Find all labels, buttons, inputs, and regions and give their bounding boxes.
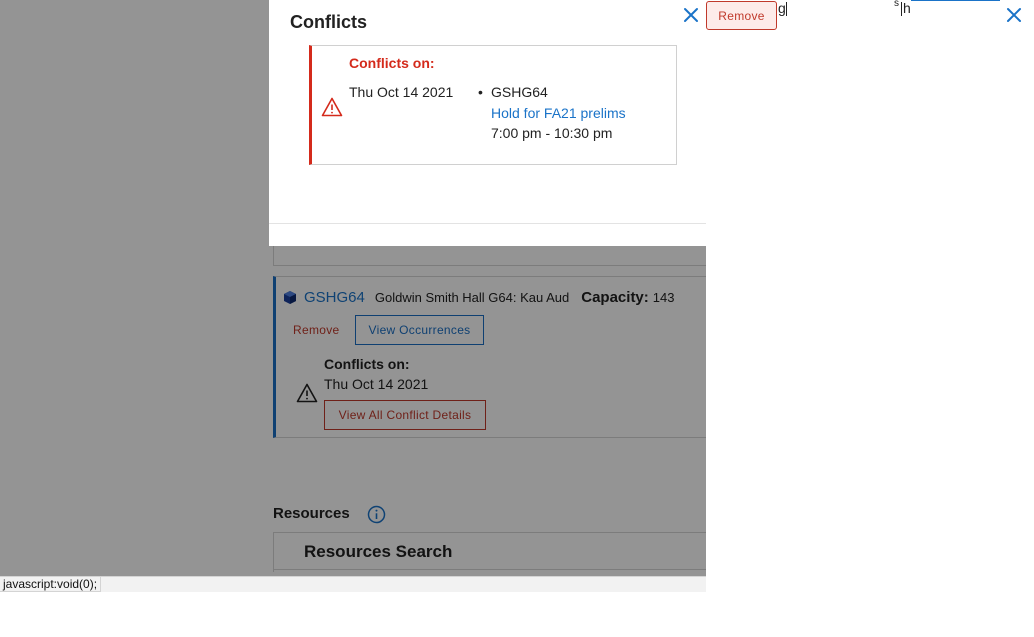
screen: GSHG64 Goldwin Smith Hall G64: Kau Aud C… — [0, 0, 1034, 637]
text-fragment: s — [894, 0, 899, 9]
text-caret — [786, 2, 787, 16]
modal-footer-divider — [269, 223, 706, 224]
conflict-heading: Conflicts on: — [349, 55, 435, 71]
conflict-date: Thu Oct 14 2021 — [349, 84, 454, 100]
close-icon[interactable] — [682, 6, 700, 27]
remove-button[interactable]: Remove — [706, 1, 777, 30]
modal-title: Conflicts — [290, 12, 368, 32]
conflict-location-code: GSHG64 — [491, 84, 548, 100]
close-icon[interactable] — [1005, 6, 1023, 27]
conflict-event-link[interactable]: Hold for FA21 prelims — [491, 105, 626, 121]
text-fragment: g — [778, 0, 786, 16]
conflict-time-range: 7:00 pm - 10:30 pm — [491, 125, 613, 141]
status-bar-url: javascript:void(0); — [0, 576, 101, 592]
warning-icon — [321, 97, 343, 117]
conflicts-modal: Conflicts Conflicts on: Thu Oct 14 2021 … — [269, 0, 706, 246]
text-caret — [901, 2, 902, 16]
underline-fragment — [911, 0, 1000, 1]
bullet: • — [478, 84, 483, 100]
conflict-card: Conflicts on: Thu Oct 14 2021 • GSHG64 H… — [309, 45, 677, 165]
text-fragment: h — [903, 0, 911, 16]
status-bar — [101, 576, 706, 592]
